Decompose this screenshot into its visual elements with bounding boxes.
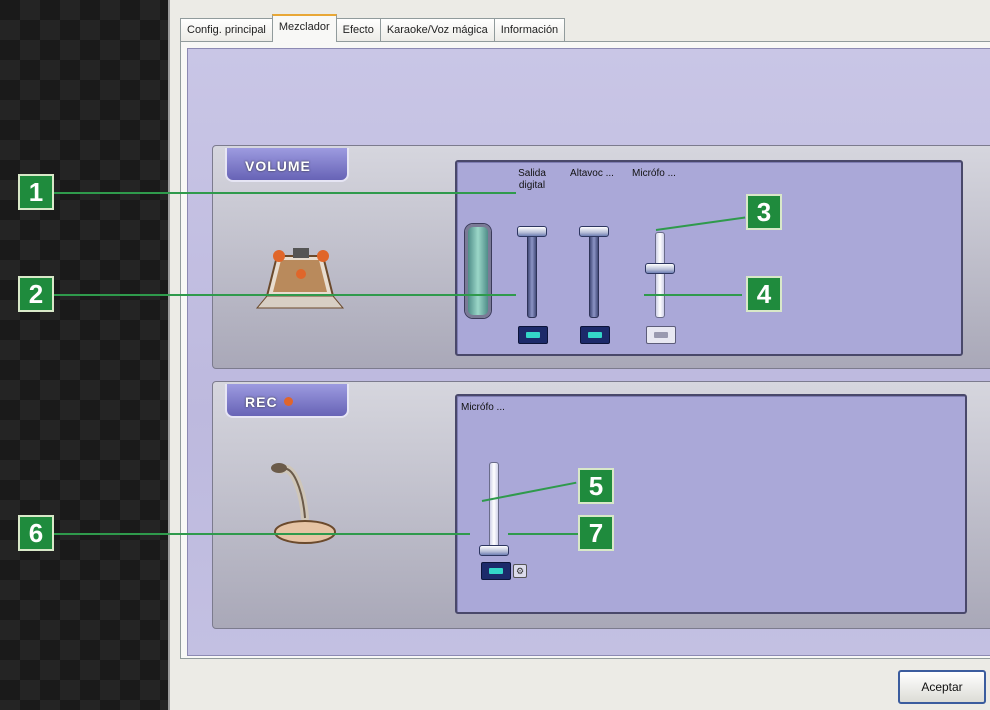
callout-badge-4: 4 <box>746 276 782 312</box>
record-section-label: REC <box>225 384 349 418</box>
mixer-panel-background: VOLUME Salida digital Altavoc ... Micróf… <box>187 48 990 656</box>
mic-mute-button[interactable] <box>646 326 676 344</box>
digital-slider-thumb[interactable] <box>517 226 547 237</box>
tab-config-principal[interactable]: Config. principal <box>180 18 273 42</box>
callout-badge-6: 6 <box>18 515 54 551</box>
channel-label-digital: Salida digital <box>518 168 546 191</box>
digital-slider-track[interactable] <box>527 232 537 318</box>
mic-slider-thumb[interactable] <box>645 263 675 275</box>
microphone-icon <box>253 452 347 544</box>
callout-badge-3: 3 <box>746 194 782 230</box>
ok-button[interactable]: Aceptar <box>898 670 986 704</box>
callout-badge-7: 7 <box>578 515 614 551</box>
mixer-tab-panel: VOLUME Salida digital Altavoc ... Micróf… <box>180 41 990 659</box>
tab-informacion[interactable]: Información <box>493 18 566 42</box>
callout-6-leader <box>54 533 470 535</box>
tab-karaoke[interactable]: Karaoke/Voz mágica <box>379 18 495 42</box>
record-label-text: REC <box>245 394 278 410</box>
callout-badge-5: 5 <box>578 468 614 504</box>
playback-section: VOLUME Salida digital Altavoc ... Micróf… <box>212 145 990 369</box>
rec-mic-slider-thumb[interactable] <box>479 545 509 556</box>
tab-efecto[interactable]: Efecto <box>335 18 381 42</box>
callout-badge-2: 2 <box>18 276 54 312</box>
tab-bar: Config. principal Mezclador Efecto Karao… <box>180 14 566 42</box>
callout-badge-1: 1 <box>18 174 54 210</box>
rec-channel-label-mic: Micrófo ... <box>461 402 505 413</box>
digital-mute-button[interactable] <box>518 326 548 344</box>
dark-background <box>0 0 170 710</box>
master-volume-meter <box>465 224 491 318</box>
callout-4-leader <box>644 294 742 296</box>
rec-mic-slider-track[interactable] <box>489 462 499 552</box>
playback-label-text: VOLUME <box>245 158 311 174</box>
speaker-stage-icon <box>253 226 347 318</box>
channel-label-speakers: Altavoc ... <box>570 168 614 179</box>
playback-section-label: VOLUME <box>225 148 349 182</box>
playback-channels-area: Salida digital Altavoc ... Micrófo ... <box>455 160 963 356</box>
rec-mic-select-button[interactable] <box>481 562 511 580</box>
rec-dot-icon <box>283 397 293 406</box>
speakers-mute-button[interactable] <box>580 326 610 344</box>
input-select-icon[interactable]: ⚙ <box>513 564 527 578</box>
callout-7-leader <box>508 533 578 535</box>
mic-slider-track[interactable] <box>655 232 665 318</box>
record-section: REC Micrófo ... ⚙ <box>212 381 990 629</box>
record-channels-area: Micrófo ... ⚙ <box>455 394 967 614</box>
speakers-slider-track[interactable] <box>589 232 599 318</box>
callout-1-leader <box>54 192 516 194</box>
channel-label-mic: Micrófo ... <box>632 168 676 179</box>
mixer-window: Config. principal Mezclador Efecto Karao… <box>168 0 990 710</box>
speakers-slider-thumb[interactable] <box>579 226 609 237</box>
tab-mezclador[interactable]: Mezclador <box>271 14 337 42</box>
callout-2-leader <box>54 294 516 296</box>
